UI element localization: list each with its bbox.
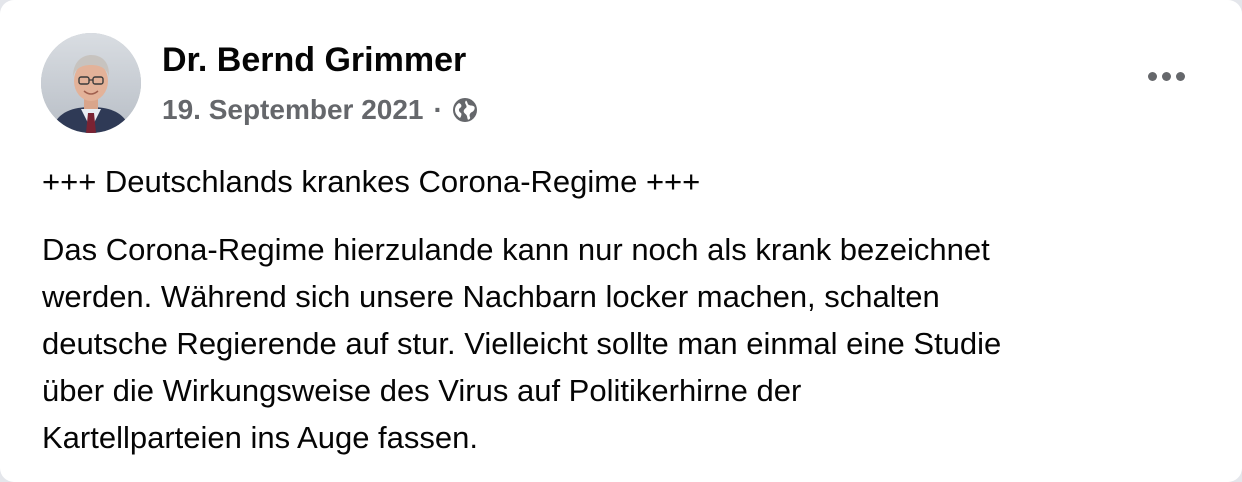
more-options-button[interactable] — [1138, 58, 1194, 94]
more-options-dot — [1161, 71, 1171, 81]
post-body: Das Corona-Regime hierzulande kann nur n… — [42, 226, 1202, 461]
post-body-line: Kartellparteien ins Auge fassen. — [42, 420, 478, 455]
post-card: Dr. Bernd Grimmer 19. September 2021 · +… — [0, 0, 1242, 482]
profile-photo — [41, 33, 141, 133]
post-body-line: werden. Während sich unsere Nachbarn loc… — [42, 279, 940, 314]
post-heading: +++ Deutschlands krankes Corona-Regime +… — [42, 164, 701, 199]
author-avatar[interactable] — [41, 33, 141, 133]
post-body-line: über die Wirkungsweise des Virus auf Pol… — [42, 373, 802, 408]
more-options-icon — [1147, 71, 1157, 81]
more-options-dot — [1175, 71, 1185, 81]
author-name[interactable]: Dr. Bernd Grimmer — [162, 40, 466, 80]
meta-separator: · — [433, 94, 443, 125]
globe-icon[interactable] — [451, 96, 479, 124]
post-body-line: deutsche Regierende auf stur. Vielleicht… — [42, 326, 1002, 361]
post-meta: 19. September 2021 · — [162, 92, 479, 128]
post-body-line: Das Corona-Regime hierzulande kann nur n… — [42, 232, 990, 267]
post-date[interactable]: 19. September 2021 — [162, 94, 424, 126]
